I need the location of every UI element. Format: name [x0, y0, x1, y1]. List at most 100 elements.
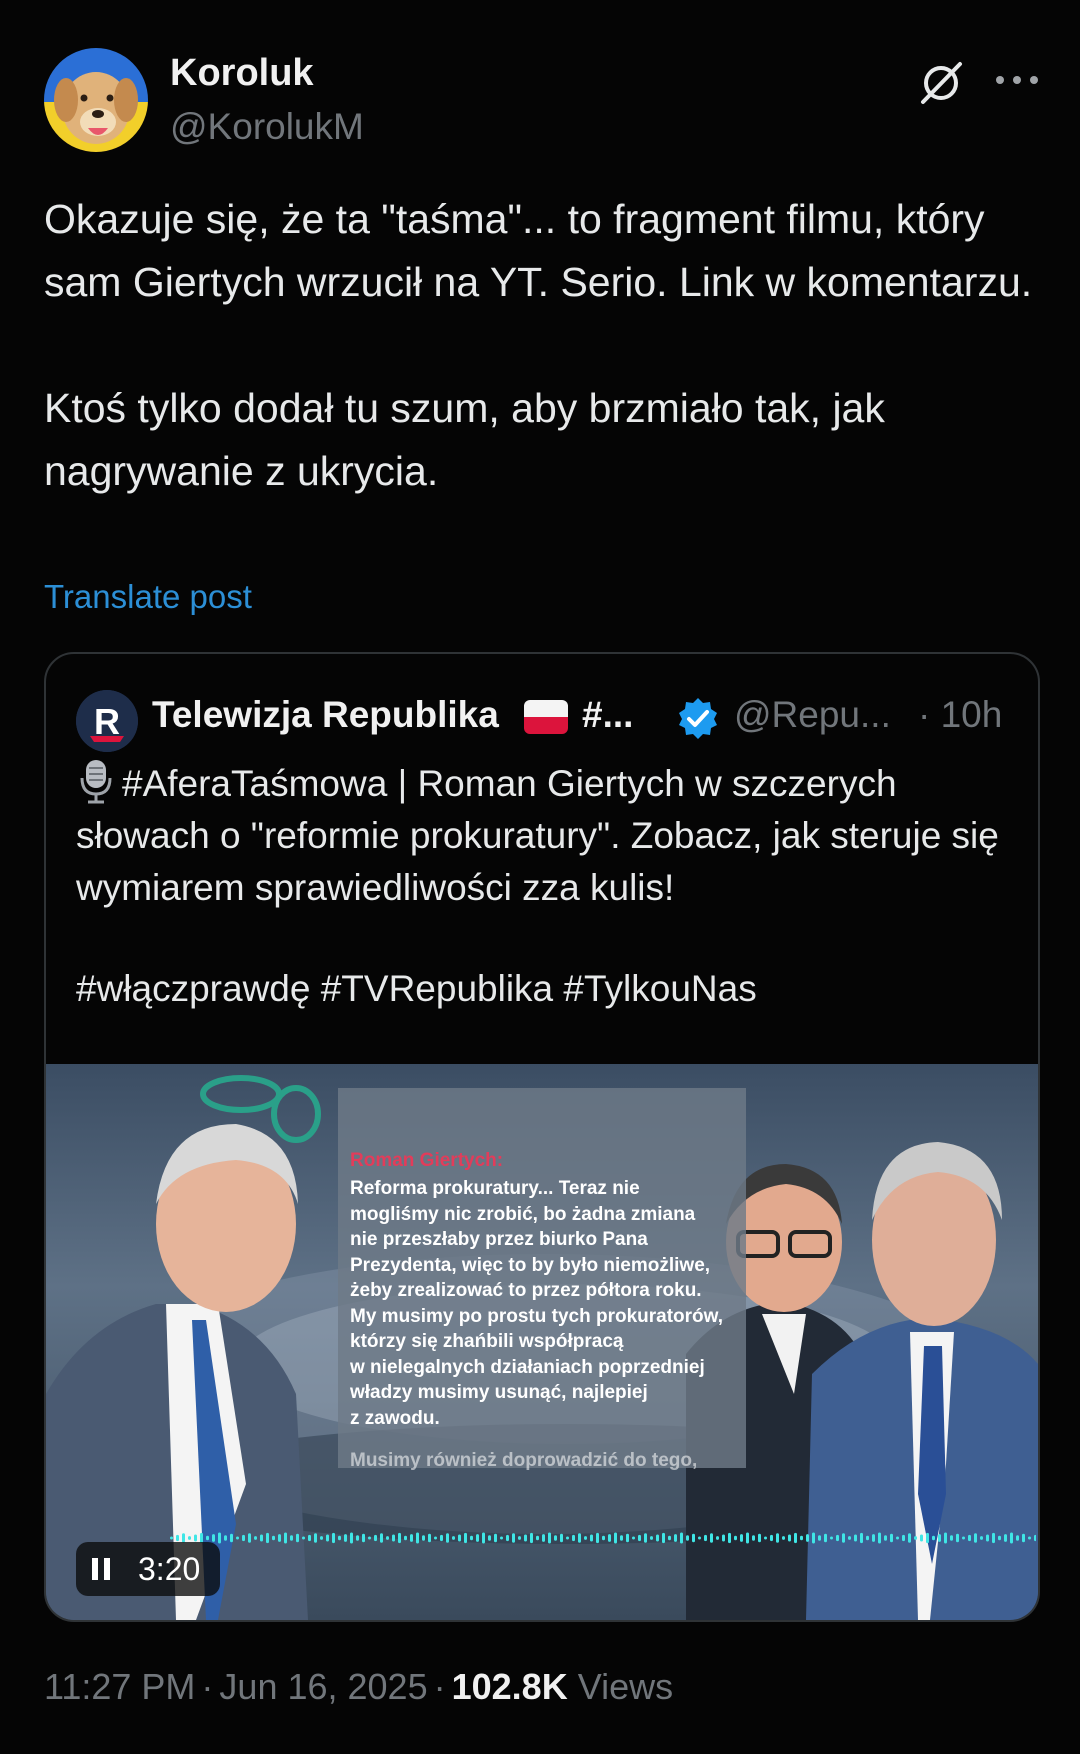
- waveform-bar: [320, 1536, 323, 1540]
- waveform-bar: [470, 1535, 473, 1541]
- waveform-bar: [254, 1536, 257, 1540]
- post-date[interactable]: Jun 16, 2025: [219, 1666, 427, 1707]
- waveform-bar: [674, 1534, 677, 1542]
- post-header: Koroluk @KorolukM: [44, 48, 1044, 158]
- more-icon[interactable]: [992, 70, 1042, 90]
- waveform-bar: [728, 1532, 731, 1544]
- waveform-bar: [626, 1533, 629, 1543]
- author-handle[interactable]: @KorolukM: [170, 106, 364, 148]
- waveform-bar: [896, 1536, 899, 1540]
- waveform-bar: [560, 1533, 563, 1543]
- waveform-bar: [242, 1534, 245, 1542]
- waveform-bar: [1016, 1535, 1019, 1541]
- post-text: Okazuje się, że ta "taśma"... to fragmen…: [44, 196, 1033, 494]
- quoted-avatar[interactable]: R: [76, 690, 138, 752]
- waveform-bar: [608, 1534, 611, 1542]
- quote-body: Reforma prokuratury... Teraz nie mogliśm…: [350, 1178, 724, 1429]
- waveform-bar: [878, 1532, 881, 1544]
- waveform-bar: [188, 1536, 191, 1540]
- post-time[interactable]: 11:27 PM: [44, 1666, 195, 1707]
- waveform-bar: [794, 1532, 797, 1544]
- waveform-bar: [170, 1536, 173, 1540]
- waveform-bar: [998, 1535, 1001, 1541]
- waveform-bar: [860, 1532, 863, 1544]
- quote-speaker: Roman Giertych:: [350, 1150, 504, 1171]
- waveform-bar: [524, 1534, 527, 1542]
- waveform-bar: [278, 1534, 281, 1542]
- translate-post-link[interactable]: Translate post: [44, 578, 252, 616]
- post-meta: 11:27 PM · Jun 16, 2025 · 102.8K Views: [44, 1666, 674, 1707]
- grok-icon[interactable]: [916, 58, 966, 108]
- waveform-bar: [842, 1533, 845, 1543]
- quoted-author-handle[interactable]: @Repu...: [734, 694, 891, 736]
- waveform-bar: [830, 1536, 833, 1540]
- waveform-bar: [836, 1534, 839, 1542]
- waveform-bar: [260, 1534, 263, 1542]
- waveform-bar: [782, 1536, 785, 1540]
- waveform-bar: [818, 1535, 821, 1541]
- waveform-bar: [716, 1536, 719, 1540]
- waveform-bar: [506, 1534, 509, 1542]
- waveform-bar: [614, 1532, 617, 1544]
- quoted-author-name-suffix[interactable]: #...: [582, 694, 633, 736]
- waveform-bar: [854, 1534, 857, 1542]
- waveform-bar: [512, 1533, 515, 1543]
- waveform-bar: [404, 1535, 407, 1541]
- quoted-text: #AferaTaśmowa | Roman Giertych w szczery…: [76, 758, 1016, 914]
- waveform-bar: [326, 1534, 329, 1542]
- quoted-body: #AferaTaśmowa | Roman Giertych w szczery…: [76, 763, 999, 908]
- author-avatar[interactable]: [44, 48, 148, 152]
- waveform-bar: [356, 1535, 359, 1541]
- waveform-bar: [452, 1536, 455, 1540]
- poland-flag-icon: [524, 700, 568, 734]
- waveform-bar: [314, 1533, 317, 1543]
- waveform-bar: [992, 1532, 995, 1544]
- waveform-bar: [692, 1533, 695, 1543]
- waveform-bar: [866, 1535, 869, 1541]
- waveform-bar: [1010, 1532, 1013, 1544]
- waveform-bar: [620, 1535, 623, 1541]
- waveform-bar: [800, 1535, 803, 1541]
- waveform-bar: [686, 1535, 689, 1541]
- waveform-bar: [374, 1534, 377, 1542]
- waveform-bar: [386, 1536, 389, 1540]
- waveform-bar: [572, 1534, 575, 1542]
- waveform-bar: [290, 1535, 293, 1541]
- waveform-bar: [206, 1535, 209, 1541]
- verified-icon: [679, 698, 717, 739]
- waveform-bar: [272, 1535, 275, 1541]
- quoted-hashtags[interactable]: #włączprawdę #TVRepublika #TylkouNas: [76, 968, 757, 1010]
- waveform-bar: [974, 1533, 977, 1543]
- waveform-bar: [1022, 1533, 1025, 1543]
- views-count[interactable]: 102.8K: [452, 1666, 568, 1707]
- waveform-bar: [884, 1535, 887, 1541]
- waveform-bar: [248, 1533, 251, 1543]
- waveform-bar: [962, 1536, 965, 1540]
- waveform-bar: [1034, 1534, 1036, 1542]
- waveform-bar: [902, 1534, 905, 1542]
- waveform-bar: [296, 1533, 299, 1543]
- waveform-bar: [428, 1533, 431, 1543]
- quoted-author-name[interactable]: Telewizja Republika: [152, 694, 499, 736]
- waveform-bar: [938, 1534, 941, 1542]
- waveform-bar: [980, 1536, 983, 1540]
- waveform-bar: [950, 1535, 953, 1541]
- waveform-bar: [194, 1534, 197, 1542]
- quoted-timestamp[interactable]: · 10h: [918, 694, 1002, 736]
- pause-icon[interactable]: [90, 1557, 112, 1581]
- waveform-bar: [914, 1536, 917, 1540]
- quoted-post[interactable]: R Telewizja Republika #... @Repu... · 10…: [44, 652, 1040, 1622]
- waveform-bar: [494, 1533, 497, 1543]
- mic-icon: [80, 760, 112, 804]
- video-player-controls[interactable]: 3:20: [76, 1542, 220, 1596]
- waveform-bar: [872, 1534, 875, 1542]
- author-name[interactable]: Koroluk: [170, 52, 314, 95]
- waveform-bar: [734, 1535, 737, 1541]
- waveform-bar: [776, 1533, 779, 1543]
- waveform-bar: [920, 1534, 923, 1542]
- waveform-bar: [788, 1534, 791, 1542]
- waveform-bar: [236, 1536, 239, 1540]
- waveform-bar: [284, 1532, 287, 1544]
- waveform-bar: [476, 1534, 479, 1542]
- video-media[interactable]: Roman Giertych: Reforma prokuratury... T…: [46, 1064, 1038, 1620]
